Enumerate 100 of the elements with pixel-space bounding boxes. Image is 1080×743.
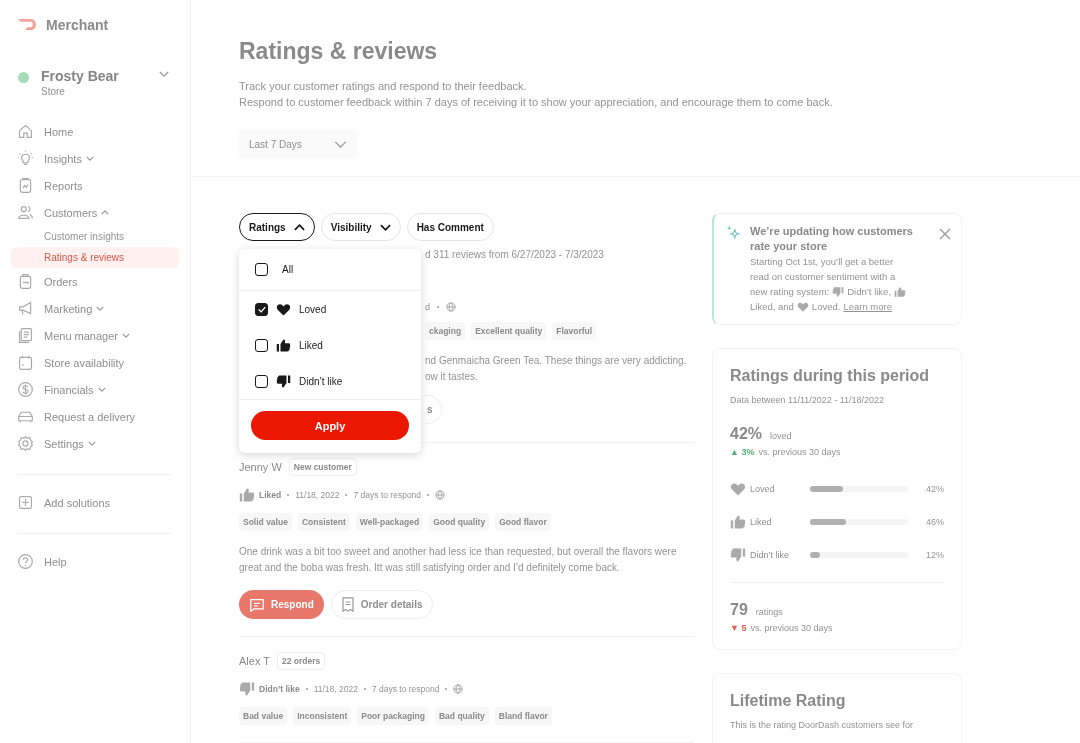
nav-item[interactable]: Request a delivery <box>11 403 179 430</box>
period-dropdown[interactable]: Last 7 Days <box>239 130 357 158</box>
rating-label: Loved <box>750 484 776 494</box>
heart-icon <box>730 481 746 497</box>
chevron-down-icon <box>96 306 105 311</box>
chevron-down-icon <box>159 71 169 78</box>
review-tag: Bad value <box>239 707 288 725</box>
help-icon <box>17 553 34 570</box>
calendar-icon <box>17 354 34 371</box>
people-icon <box>17 204 34 221</box>
menu-option[interactable]: Liked <box>239 327 421 363</box>
nav-item[interactable]: Customers <box>11 199 179 226</box>
store-switcher[interactable]: Frosty Bear Store <box>11 68 179 97</box>
review-tag: Good flavor <box>495 513 551 531</box>
review-tag: Well-packaged <box>355 513 424 531</box>
plus-icon <box>17 494 34 511</box>
nav-subitem[interactable]: Customer insights <box>11 226 179 247</box>
thumbs-down-icon <box>832 285 845 298</box>
order-details-button[interactable]: Order details <box>330 590 434 619</box>
thumbs-down-icon <box>239 681 255 697</box>
order-details-button[interactable]: s <box>425 395 442 424</box>
metric-label: ratings <box>755 607 783 617</box>
nav-item[interactable]: Help <box>11 548 179 575</box>
nav-item[interactable]: Menu manager <box>11 322 179 349</box>
rating-label: Didn’t like <box>259 684 300 694</box>
notice-text: Starting Oct 1st, you’ll get a better <box>750 255 894 269</box>
store-name: Frosty Bear <box>41 68 120 84</box>
megaphone-icon <box>17 300 34 317</box>
checkbox[interactable] <box>255 263 268 276</box>
review-tag: ckaging <box>425 322 466 340</box>
review-tag: Bad quality <box>435 707 489 725</box>
chevron-down-icon <box>122 333 130 338</box>
checkbox[interactable] <box>255 374 268 388</box>
notice-title: We’re updating how customers rate your store <box>750 224 914 254</box>
receipt-icon <box>341 597 354 612</box>
metric-label: loved <box>770 431 792 441</box>
nav-subitem[interactable]: Ratings & reviews <box>11 247 179 268</box>
loved-percent: 42% <box>730 425 763 443</box>
response-deadline: 7 days to respond <box>353 490 422 500</box>
house-icon <box>17 123 34 140</box>
globe-icon <box>446 302 456 312</box>
customer-name: Alex T <box>239 655 270 667</box>
notice-text: new rating system: <box>750 285 830 299</box>
review-tag: Inconsistent <box>293 707 352 725</box>
review-text: ow it tastes. <box>425 370 479 384</box>
review-tag: Consistent <box>297 513 350 531</box>
chevron-down-icon <box>97 387 106 392</box>
trend-value: ▲ 3% <box>730 447 755 457</box>
nav-item[interactable]: Reports <box>11 172 179 199</box>
filter-chip[interactable]: Has Comment <box>406 213 494 241</box>
brand-name: Merchant <box>46 16 109 33</box>
respond-button[interactable]: Respond <box>239 590 324 619</box>
thumbs-up-icon <box>239 487 255 503</box>
menu-option[interactable]: Didn’t like <box>239 363 421 399</box>
heart-icon <box>276 301 291 317</box>
menu-option[interactable]: Loved <box>239 291 421 327</box>
review-tag: Flavorful <box>552 322 597 340</box>
learn-more-link[interactable]: Learn more <box>843 299 892 314</box>
nav-item[interactable]: Financials <box>11 376 179 403</box>
nav-item[interactable]: Add solutions <box>11 489 179 516</box>
review-tag: Excellent quality <box>471 322 547 340</box>
notice-text: Loved. <box>811 300 841 314</box>
nav-item[interactable]: Marketing <box>11 295 179 322</box>
notice-text: Didn’t like, <box>847 285 892 299</box>
thumbs-up-icon <box>276 337 291 353</box>
apply-button[interactable]: Apply <box>251 411 409 440</box>
response-deadline: 7 days to respond <box>371 684 440 694</box>
clipboard-icon <box>17 177 34 194</box>
page-description: Respond to customer feedback within 7 days of receiving it to show your appreciation, and encourage them to come back. <box>239 95 834 110</box>
review-summary: d 311 reviews from 6/27/2023 - 7/3/2023 <box>425 249 605 262</box>
lightbulb-icon <box>17 150 34 167</box>
filter-chip[interactable]: Ratings <box>239 213 315 241</box>
thumbs-up-icon <box>730 514 746 530</box>
rating-percent: 12% <box>925 550 944 560</box>
nav-item[interactable]: Insights <box>11 145 179 172</box>
customer-badge: 22 orders <box>277 652 326 670</box>
nav-item[interactable]: Settings <box>11 430 179 457</box>
trend-text: vs. previous 30 days <box>750 623 833 633</box>
ratings-count: 79 <box>730 601 748 619</box>
checkbox[interactable] <box>255 302 268 316</box>
nav-item[interactable]: Home <box>11 118 179 145</box>
checkbox[interactable] <box>255 338 268 352</box>
rating-label: Liked <box>750 517 773 527</box>
heart-icon <box>796 300 809 313</box>
close-icon[interactable] <box>939 228 951 240</box>
globe-icon <box>435 490 446 500</box>
globe-icon <box>453 684 464 694</box>
bag-icon <box>17 273 34 290</box>
gear-icon <box>17 435 34 452</box>
thumbs-up-icon <box>894 285 907 298</box>
review-text: One drink was a bit too sweet and another had less ice than requested, but overall the flavors were great and the boba was fresh. Itt was still satisfying order and I’d definitely come back. <box>239 545 678 575</box>
nav-item[interactable]: Orders <box>11 268 179 295</box>
customer-name: Jenny W <box>239 461 282 473</box>
review-tag: Solid value <box>239 513 292 531</box>
review-tag: Good quality <box>429 513 490 531</box>
filter-chip[interactable]: Visibility <box>320 213 401 241</box>
trend-text: vs. previous 30 days <box>758 447 841 457</box>
nav-item[interactable]: Store availability <box>11 349 179 376</box>
customer-badge: New customer <box>288 458 357 476</box>
review-date: 11/18, 2022 <box>295 490 340 500</box>
